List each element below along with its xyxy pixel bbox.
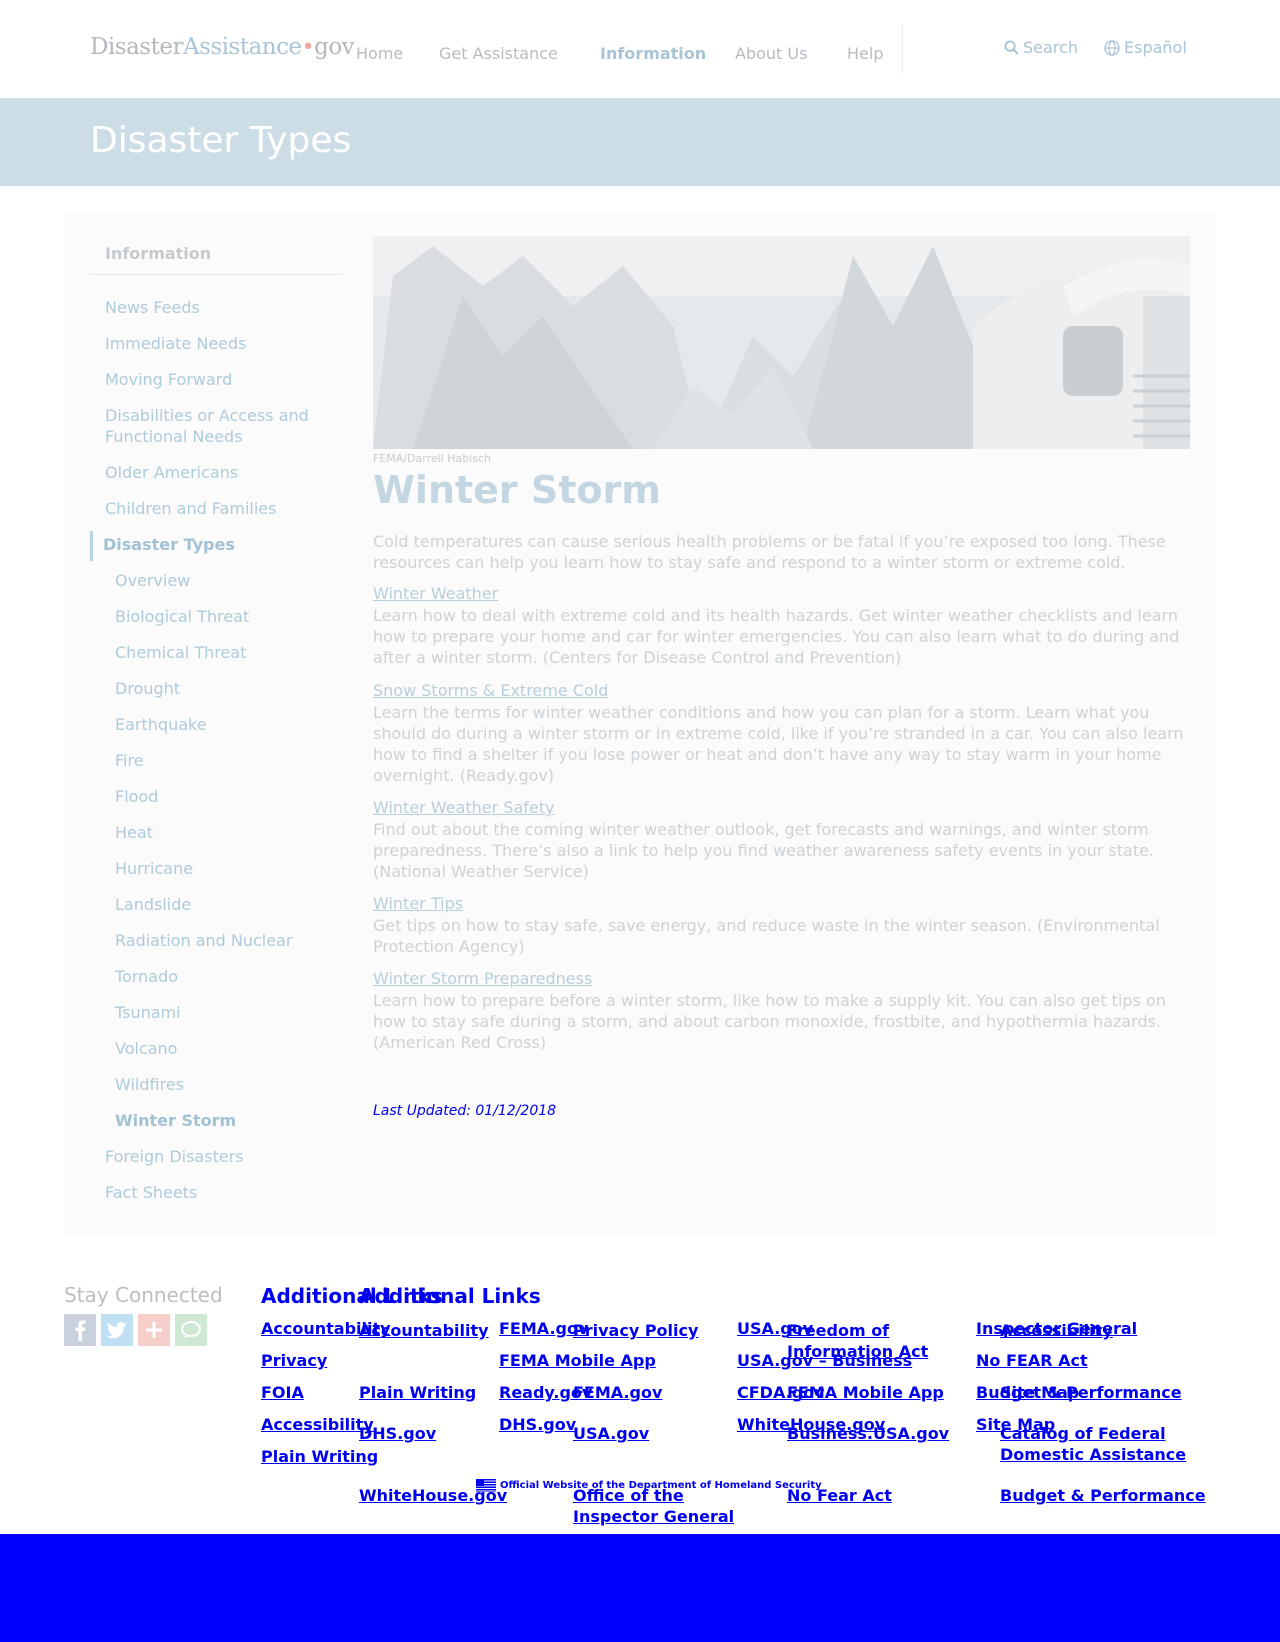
- resource-desc-winter-storm-preparedness: Learn how to prepare before a winter sto…: [373, 991, 1166, 1052]
- sidebar-item-fact-sheets[interactable]: Fact Sheets: [105, 1182, 345, 1203]
- site-header: DisasterAssistance•gov Home Get Assistan…: [0, 0, 1280, 98]
- sidebar-item-disaster-types[interactable]: Disaster Types: [103, 534, 343, 555]
- hero-image-snowy-trees: [373, 236, 1190, 449]
- resource-link-snow-storms[interactable]: Snow Storms & Extreme Cold: [373, 681, 608, 700]
- footer-link-accessibility-alt[interactable]: Accessibility: [1000, 1320, 1113, 1341]
- last-updated: Last Updated: 01/12/2018: [373, 1103, 557, 1119]
- language-label: Español: [1124, 38, 1187, 57]
- globe-icon: [1104, 39, 1120, 56]
- sidebar-item-foreign-disasters[interactable]: Foreign Disasters: [105, 1146, 345, 1167]
- logo-dot: •: [301, 35, 315, 60]
- footer-link-privacy[interactable]: Privacy: [261, 1350, 327, 1371]
- sidebar-subitem-flood[interactable]: Flood: [115, 786, 158, 807]
- sidebar-subitem-radiation-nuclear[interactable]: Radiation and Nuclear: [115, 930, 292, 951]
- page-title: Disaster Types: [90, 120, 352, 161]
- footer-link-accessibility[interactable]: Accessibility: [261, 1414, 374, 1435]
- official-website-text: Official Website of the Department of Ho…: [500, 1480, 822, 1491]
- search-icon: [1004, 40, 1019, 55]
- footer-link-usa-gov-alt[interactable]: USA.gov: [573, 1423, 649, 1444]
- logo-text-gov: gov: [314, 34, 355, 60]
- sidebar-subitem-hurricane[interactable]: Hurricane: [115, 858, 193, 879]
- resource-link-winter-storm-preparedness[interactable]: Winter Storm Preparedness: [373, 969, 592, 988]
- us-flag-icon: [476, 1479, 496, 1492]
- footer-link-accountability-alt[interactable]: Accountability: [359, 1320, 489, 1341]
- page-banner: Disaster Types: [0, 98, 1280, 186]
- resource-desc-winter-weather: Learn how to deal with extreme cold and …: [373, 606, 1180, 667]
- sidebar-item-news-feeds[interactable]: News Feeds: [105, 297, 345, 318]
- chat-icon[interactable]: [175, 1314, 207, 1346]
- footer-bottom-bar: [0, 1534, 1280, 1642]
- sidebar-subitem-biological-threat[interactable]: Biological Threat: [115, 606, 249, 627]
- sidebar-active-marker: [90, 531, 93, 561]
- footer-link-fema-mobile-app-alt[interactable]: FEMA Mobile App: [787, 1382, 944, 1403]
- facebook-icon[interactable]: [64, 1314, 96, 1346]
- sidebar-subitem-volcano[interactable]: Volcano: [115, 1038, 177, 1059]
- footer-link-foia-act[interactable]: Freedom of Information Act: [787, 1320, 937, 1362]
- footer-link-dhs-gov[interactable]: DHS.gov: [499, 1414, 576, 1435]
- nav-help[interactable]: Help: [847, 44, 883, 63]
- resource-desc-snow-storms: Learn the terms for winter weather condi…: [373, 703, 1184, 785]
- sidebar-item-disabilities[interactable]: Disabilities or Access and Functional Ne…: [105, 405, 345, 447]
- site-logo[interactable]: DisasterAssistance•gov: [90, 34, 355, 60]
- search-label: Search: [1023, 38, 1078, 57]
- language-link[interactable]: Español: [1104, 38, 1187, 57]
- twitter-icon[interactable]: [101, 1314, 133, 1346]
- search-link[interactable]: Search: [1004, 38, 1078, 57]
- resource-desc-winter-tips: Get tips on how to stay safe, save energ…: [373, 916, 1160, 956]
- footer-link-plain-writing-alt[interactable]: Plain Writing: [359, 1382, 476, 1403]
- nav-home[interactable]: Home: [356, 44, 403, 63]
- nav-divider: [902, 24, 903, 74]
- footer-link-fema-mobile-app[interactable]: FEMA Mobile App: [499, 1350, 656, 1371]
- footer-link-dhs-gov-alt[interactable]: DHS.gov: [359, 1423, 436, 1444]
- footer-link-privacy-policy[interactable]: Privacy Policy: [573, 1320, 698, 1341]
- footer-link-foia[interactable]: FOIA: [261, 1382, 304, 1403]
- footer-link-business-usa-gov[interactable]: Business.USA.gov: [787, 1423, 949, 1444]
- resource-link-winter-weather-safety[interactable]: Winter Weather Safety: [373, 798, 554, 817]
- footer-link-plain-writing[interactable]: Plain Writing: [261, 1446, 378, 1467]
- sidebar-item-children-families[interactable]: Children and Families: [105, 498, 345, 519]
- sidebar-subitem-overview[interactable]: Overview: [115, 570, 190, 591]
- footer-heading-additional-links-b: Additional Links: [359, 1284, 541, 1308]
- google-plus-icon[interactable]: [138, 1314, 170, 1346]
- sidebar-item-moving-forward[interactable]: Moving Forward: [105, 369, 345, 390]
- article-title: Winter Storm: [373, 468, 661, 512]
- logo-text-disaster: Disaster: [90, 34, 183, 60]
- sidebar-subitem-chemical-threat[interactable]: Chemical Threat: [115, 642, 246, 663]
- official-website-notice: Official Website of the Department of Ho…: [476, 1479, 822, 1492]
- article-intro: Cold temperatures can cause serious heal…: [373, 532, 1166, 572]
- sidebar-subitem-tsunami[interactable]: Tsunami: [115, 1002, 181, 1023]
- footer-link-catalog-federal-assistance[interactable]: Catalog of Federal Domestic Assistance: [1000, 1423, 1190, 1465]
- sidebar-divider: [90, 274, 342, 275]
- sidebar-subitem-tornado[interactable]: Tornado: [115, 966, 178, 987]
- footer-link-no-fear-act[interactable]: No FEAR Act: [976, 1350, 1088, 1371]
- sidebar-subitem-earthquake[interactable]: Earthquake: [115, 714, 207, 735]
- nav-information[interactable]: Information: [600, 44, 706, 63]
- sidebar-subitem-winter-storm[interactable]: Winter Storm: [115, 1110, 236, 1131]
- sidebar-subitem-drought[interactable]: Drought: [115, 678, 180, 699]
- resource-link-winter-weather[interactable]: Winter Weather: [373, 584, 498, 603]
- nav-get-assistance[interactable]: Get Assistance: [439, 44, 558, 63]
- footer-link-budget-performance-alt[interactable]: Budget & Performance: [1000, 1485, 1206, 1506]
- sidebar-title: Information: [105, 244, 212, 263]
- sidebar-item-immediate-needs[interactable]: Immediate Needs: [105, 333, 345, 354]
- sidebar-subitem-fire[interactable]: Fire: [115, 750, 144, 771]
- footer-link-fema-gov-alt[interactable]: FEMA.gov: [573, 1382, 662, 1403]
- photo-credit: FEMA/Darrell Habisch: [373, 452, 491, 465]
- logo-text-assistance: Assistance: [182, 34, 302, 60]
- stay-connected-heading: Stay Connected: [64, 1283, 223, 1307]
- sidebar-subitem-wildfires[interactable]: Wildfires: [115, 1074, 184, 1095]
- nav-about-us[interactable]: About Us: [735, 44, 807, 63]
- sidebar-subitem-heat[interactable]: Heat: [115, 822, 153, 843]
- resource-link-winter-tips[interactable]: Winter Tips: [373, 894, 463, 913]
- sidebar-subitem-landslide[interactable]: Landslide: [115, 894, 191, 915]
- footer-link-site-map-alt[interactable]: Site Map: [1000, 1382, 1079, 1403]
- resource-desc-winter-weather-safety: Find out about the coming winter weather…: [373, 820, 1155, 881]
- sidebar-item-older-americans[interactable]: Older Americans: [105, 462, 345, 483]
